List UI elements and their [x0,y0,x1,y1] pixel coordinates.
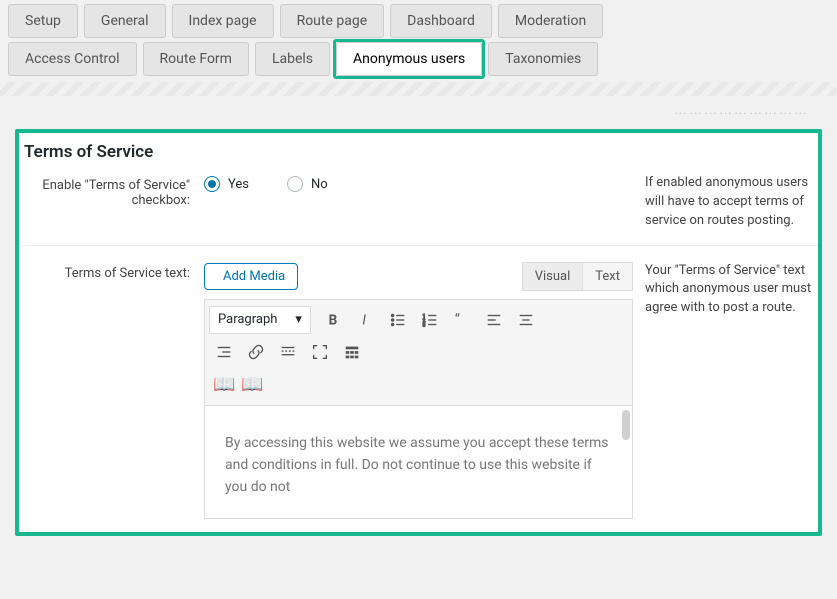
paragraph-select[interactable]: Paragraph ▾ [209,306,311,334]
paragraph-select-label: Paragraph [218,312,277,327]
enable-terms-label: Enable "Terms of Service" checkbox: [24,174,204,208]
row-enable-terms: Enable "Terms of Service" checkbox: Yes … [18,168,819,245]
obscured-text: ……………………… [0,96,837,118]
tab-index-page[interactable]: Index page [172,4,274,38]
align-right-button[interactable] [209,338,239,366]
radio-no-label: No [311,177,328,192]
link-button[interactable] [241,338,271,366]
radio-yes[interactable]: Yes [204,176,249,192]
svg-text:B: B [329,312,338,328]
tab-route-page[interactable]: Route page [280,4,385,38]
bullet-list-button[interactable] [383,306,413,334]
blockquote-button[interactable]: “ [447,306,477,334]
admin-tabs: Setup General Index page Route page Dash… [0,0,837,38]
fullscreen-button[interactable] [305,338,335,366]
svg-text:3: 3 [423,322,426,328]
tab-dashboard[interactable]: Dashboard [390,4,492,38]
torn-edge [0,82,837,96]
tab-labels[interactable]: Labels [255,42,330,76]
numbered-list-button[interactable]: 123 [415,306,445,334]
chevron-down-icon: ▾ [295,312,302,327]
radio-no[interactable]: No [287,176,328,192]
tab-taxonomies[interactable]: Taxonomies [488,42,598,76]
tab-anonymous-users[interactable]: Anonymous users [336,42,482,76]
tab-route-form[interactable]: Route Form [143,42,249,76]
section-title: Terms of Service [18,132,819,168]
editor-area: Add Media Visual Text Paragraph ▾ B I 12… [204,262,633,519]
bold-button[interactable]: B [319,306,349,334]
align-left-button[interactable] [479,306,509,334]
book-open-icon[interactable]: 📖 [213,374,235,395]
terms-text-help: Your "Terms of Service" text which anony… [633,262,813,319]
textarea-wrap [204,406,633,519]
svg-text:I: I [362,312,366,328]
admin-tabs-row2: Access Control Route Form Labels Anonymo… [0,38,837,76]
editor-toolbar: Paragraph ▾ B I 123 “ [204,299,633,406]
radio-circle-icon [204,176,220,192]
editor-tab-visual[interactable]: Visual [523,263,584,290]
tab-setup[interactable]: Setup [8,4,78,38]
add-media-button[interactable]: Add Media [204,263,298,290]
tab-moderation[interactable]: Moderation [498,4,603,38]
svg-text:“: “ [455,311,460,328]
terms-text-label: Terms of Service text: [24,262,204,281]
radio-yes-label: Yes [228,177,249,192]
scrollbar[interactable] [622,410,630,440]
editor-tab-text[interactable]: Text [583,263,632,290]
row-terms-text: Terms of Service text: Add Media Visual … [18,245,819,533]
tab-access-control[interactable]: Access Control [8,42,137,76]
toolbar-toggle-button[interactable] [337,338,367,366]
editor-mode-tabs: Visual Text [522,262,633,291]
book-open-icon[interactable]: 📖 [241,374,263,395]
tab-general[interactable]: General [84,4,166,38]
radio-circle-icon [287,176,303,192]
enable-terms-help: If enabled anonymous users will have to … [633,174,813,231]
italic-button[interactable]: I [351,306,381,334]
add-media-label: Add Media [223,269,285,284]
insert-more-button[interactable] [273,338,303,366]
terms-panel: Terms of Service Enable "Terms of Servic… [18,132,819,533]
align-center-button[interactable] [511,306,541,334]
terms-textarea[interactable] [205,406,632,514]
enable-terms-radio-group: Yes No [204,174,633,192]
